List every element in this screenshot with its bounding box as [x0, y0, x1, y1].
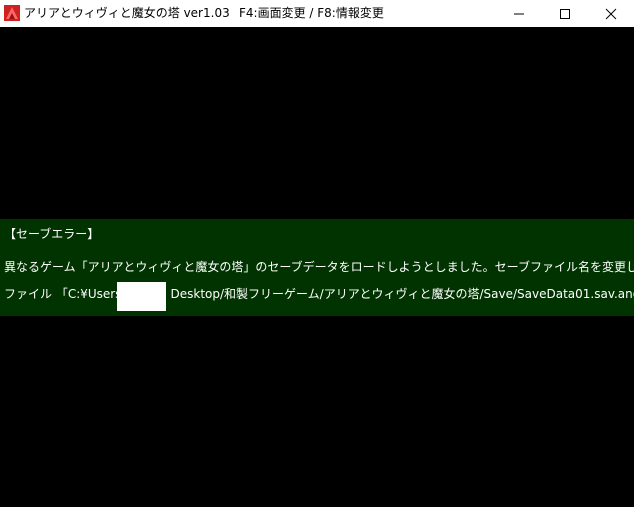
function-key-hint: F4:画面変更 / F8:情報変更 — [239, 6, 384, 20]
app-icon — [4, 5, 20, 21]
error-heading: 【セーブエラー】 — [4, 227, 100, 241]
title-bar[interactable]: アリアとウィヴィと魔女の塔 ver1.03 F4:画面変更 / F8:情報変更 — [0, 0, 634, 27]
close-icon — [605, 8, 617, 19]
game-window: アリアとウィヴィと魔女の塔 ver1.03 F4:画面変更 / F8:情報変更 … — [0, 0, 634, 507]
window-title: アリアとウィヴィと魔女の塔 ver1.03 — [24, 6, 230, 20]
minimize-icon — [514, 13, 524, 14]
file-label: ファイル 「 — [4, 287, 68, 301]
error-body: 異なるゲーム「アリアとウィヴィと魔女の塔」のセーブデータをロードしようとしました… — [4, 260, 634, 274]
path-suffix: Desktop/和製フリーゲーム/アリアとウィヴィと魔女の塔/Save/Save… — [170, 287, 634, 301]
close-button[interactable] — [588, 0, 634, 27]
file-path-line: ファイル 「C:¥Users Desktop/和製フリーゲーム/アリアとウィヴィと… — [4, 287, 634, 301]
redaction-block — [117, 282, 166, 311]
path-prefix: C:¥Users — [67, 287, 122, 301]
error-message-box: 【セーブエラー】 異なるゲーム「アリアとウィヴィと魔女の塔」のセーブデータをロー… — [0, 219, 634, 316]
game-screen[interactable]: 【セーブエラー】 異なるゲーム「アリアとウィヴィと魔女の塔」のセーブデータをロー… — [0, 27, 634, 507]
maximize-button[interactable] — [542, 0, 588, 27]
maximize-icon — [560, 8, 570, 19]
minimize-button[interactable] — [496, 0, 542, 27]
